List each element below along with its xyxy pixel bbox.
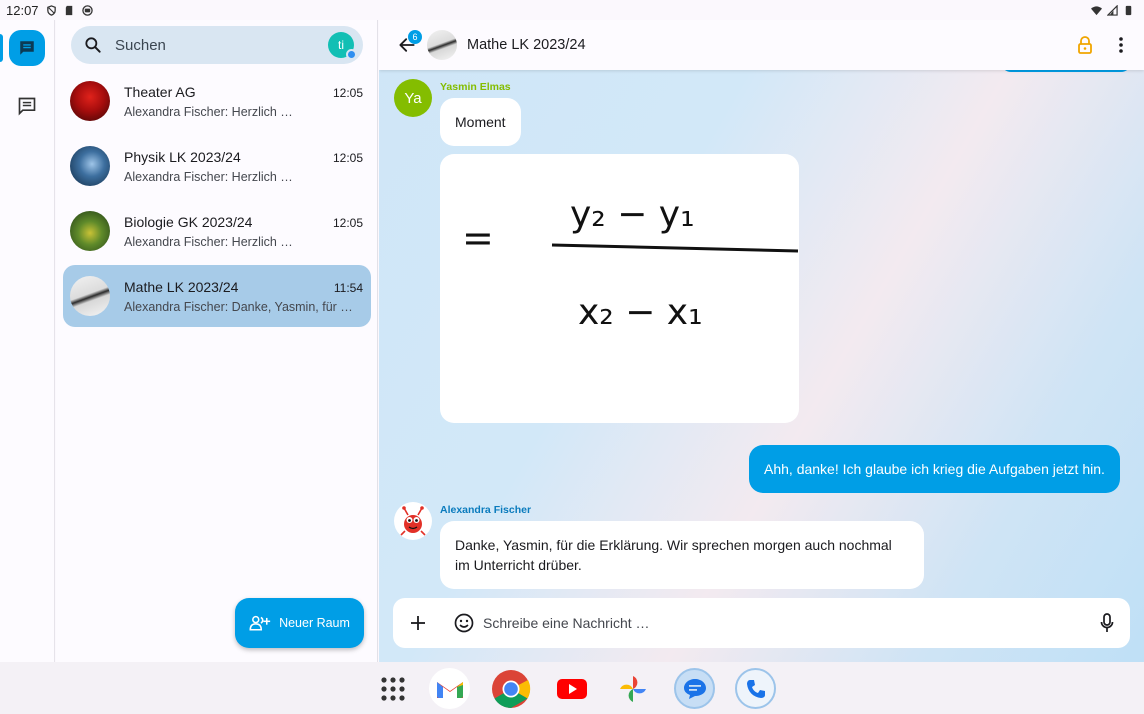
chat-title: Theater AG xyxy=(124,83,196,100)
unread-badge: 6 xyxy=(408,30,422,44)
emoji-button[interactable] xyxy=(451,610,477,636)
chat-time: 12:05 xyxy=(332,150,363,165)
phone-icon xyxy=(746,679,765,698)
chat-list-item[interactable]: Theater AG 12:05 Alexandra Fischer: Herzl… xyxy=(63,70,371,132)
own-message-bubble[interactable]: Ahh, danke! Ich glaube ich krieg die Auf… xyxy=(749,445,1120,493)
photos-app[interactable] xyxy=(612,668,653,709)
room-avatar xyxy=(70,276,110,316)
chat-list-item[interactable]: Biologie GK 2023/24 12:05 Alexandra Fisch… xyxy=(63,200,371,262)
chat-area: 6 Mathe LK 2023/24 Ya Yasmin Elmas Momen… xyxy=(379,20,1144,662)
chat-icon xyxy=(20,41,34,55)
status-bar: 12:07 xyxy=(0,0,1144,20)
room-avatar xyxy=(70,81,110,121)
app-drawer-button[interactable] xyxy=(372,668,413,709)
chrome-icon xyxy=(491,669,530,708)
ant-avatar-icon xyxy=(400,506,426,536)
new-room-button[interactable]: Neuer Raum xyxy=(235,598,364,648)
attach-button[interactable] xyxy=(403,608,433,638)
shield-icon xyxy=(46,4,56,16)
chat-list-item[interactable]: Physik LK 2023/24 12:05 Alexandra Fischer… xyxy=(63,135,371,197)
rail-item-chats[interactable] xyxy=(9,30,45,66)
chat-list-item-active[interactable]: Mathe LK 2023/24 11:54 Alexandra Fischer:… xyxy=(63,265,371,327)
message-bubble[interactable]: Moment xyxy=(440,98,521,146)
more-options-button[interactable] xyxy=(1108,32,1134,58)
message-composer: Schreibe eine Nachricht … xyxy=(393,598,1130,648)
app-grid-icon xyxy=(380,676,405,701)
chat-time: 12:05 xyxy=(332,215,363,230)
avatar[interactable]: Ya xyxy=(394,79,432,117)
rail-active-indicator xyxy=(0,34,3,62)
chat-preview: Alexandra Fischer: Danke, Yasmin, für … xyxy=(124,299,353,314)
youtube-app[interactable] xyxy=(551,668,592,709)
room-avatar xyxy=(70,146,110,186)
messages-app[interactable] xyxy=(674,668,715,709)
gmail-app[interactable] xyxy=(429,668,470,709)
message-bubble[interactable]: Danke, Yasmin, für die Erklärung. Wir sp… xyxy=(440,521,924,589)
chat-header: 6 Mathe LK 2023/24 xyxy=(379,20,1144,70)
chat-list-panel: Suchen ti Theater AG 12:05 Alexandra Fisc… xyxy=(56,20,378,662)
sender-name: Alexandra Fischer xyxy=(440,504,532,516)
rail-item-threads[interactable] xyxy=(14,93,40,119)
voice-message-button[interactable] xyxy=(1094,610,1120,636)
gmail-icon xyxy=(436,681,463,698)
chat-title: Physik LK 2023/24 xyxy=(124,148,241,165)
search-bar[interactable]: Suchen ti xyxy=(71,26,363,64)
chat-title: Mathe LK 2023/24 xyxy=(124,278,239,295)
taskbar xyxy=(0,662,1144,714)
add-group-icon xyxy=(249,615,271,631)
phone-app[interactable] xyxy=(735,668,776,709)
image-message[interactable]: = y₂ − y₁ x₂ − x₁ xyxy=(440,154,799,423)
plus-icon xyxy=(411,616,425,630)
wifi-icon xyxy=(1091,5,1102,15)
room-avatar xyxy=(70,211,110,251)
emoji-icon xyxy=(454,613,474,633)
more-vert-icon xyxy=(1119,37,1123,53)
chrome-app[interactable] xyxy=(490,668,531,709)
formula-image: = y₂ − y₁ x₂ − x₁ xyxy=(462,194,799,333)
cloud-icon xyxy=(81,4,93,16)
lock-icon xyxy=(1078,36,1092,54)
youtube-icon xyxy=(556,678,587,699)
message-input[interactable]: Schreibe eine Nachricht … xyxy=(483,615,1094,631)
chat-preview: Alexandra Fischer: Herzlich … xyxy=(124,104,293,119)
photos-icon xyxy=(619,675,646,702)
chat-outline-icon xyxy=(18,97,36,116)
nav-rail xyxy=(0,20,55,662)
battery-icon xyxy=(1125,5,1132,15)
sd-card-icon xyxy=(65,5,72,15)
status-time: 12:07 xyxy=(6,2,39,18)
avatar[interactable] xyxy=(394,502,432,540)
chat-preview: Alexandra Fischer: Herzlich … xyxy=(124,169,293,184)
chat-time: 12:05 xyxy=(332,85,363,100)
formula-equals: = xyxy=(462,216,494,260)
mic-icon xyxy=(1100,613,1114,632)
formula-numerator: y₂ − y₁ xyxy=(570,194,695,235)
sender-name: Yasmin Elmas xyxy=(440,81,511,93)
room-avatar xyxy=(427,30,457,60)
formula-denominator: x₂ − x₁ xyxy=(578,292,703,333)
search-input[interactable]: Suchen xyxy=(115,37,328,54)
account-avatar[interactable]: ti xyxy=(328,32,357,60)
chat-time: 11:54 xyxy=(333,280,363,295)
encryption-button[interactable] xyxy=(1072,32,1098,58)
new-room-label: Neuer Raum xyxy=(279,616,350,630)
messages-icon xyxy=(683,678,706,699)
chat-title: Biologie GK 2023/24 xyxy=(124,213,253,230)
search-icon xyxy=(85,37,101,53)
presence-dot xyxy=(346,49,357,60)
signal-icon xyxy=(1107,4,1118,16)
chat-title: Mathe LK 2023/24 xyxy=(467,37,586,53)
back-button[interactable]: 6 xyxy=(392,30,422,60)
chat-preview: Alexandra Fischer: Herzlich … xyxy=(124,234,293,249)
